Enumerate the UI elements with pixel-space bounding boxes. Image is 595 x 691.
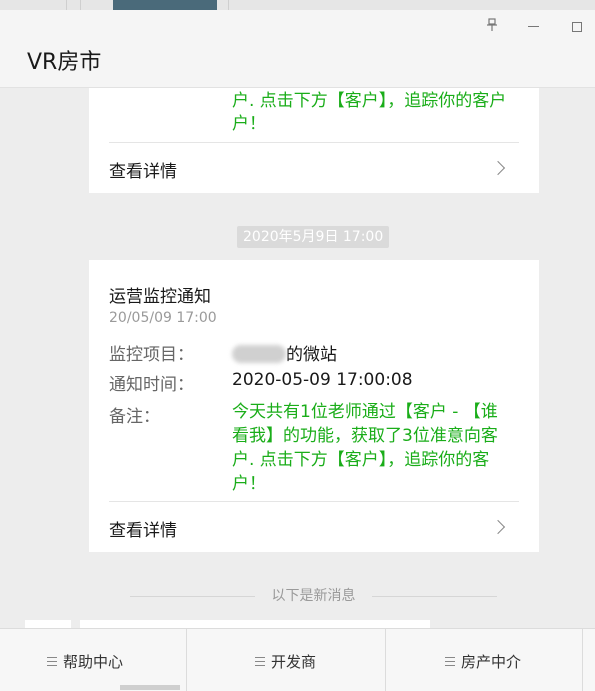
menu-label: 帮助中心 (63, 653, 124, 671)
view-details-row[interactable]: 查看详情 (109, 501, 519, 552)
remark-line: 今天共有1位老师通过【客户 - 【谁 (232, 402, 498, 422)
view-details-label: 查看详情 (109, 521, 177, 541)
divider (582, 629, 583, 691)
menu-developer[interactable]: 开发商 (187, 629, 385, 691)
maximize-button[interactable] (572, 22, 582, 32)
project-name-text: 的微站 (286, 345, 337, 365)
remark-line: 户. 点击下方【客户】，追踪你的客 (232, 450, 490, 470)
bottom-menu-bar: 帮助中心 开发商 房产中介 (0, 628, 595, 691)
timestamp-badge: 2020年5月9日 17:00 (237, 226, 390, 248)
divider (66, 0, 67, 10)
thumbnail-image (113, 0, 217, 10)
field-label: 监控项目： (109, 345, 194, 365)
top-edge-strip (0, 0, 595, 10)
blurred-name (232, 345, 286, 363)
field-value: 2020-05-09 17:00:08 (232, 370, 413, 390)
bottom-edge-peek (120, 685, 180, 690)
menu-help-center[interactable]: 帮助中心 (0, 629, 186, 691)
view-details-row[interactable]: 查看详情 (109, 142, 519, 193)
divider-line (130, 596, 255, 597)
menu-icon (255, 657, 265, 666)
new-messages-label: 以下是新消息 (271, 588, 356, 604)
field-label: 通知时间： (109, 375, 194, 395)
view-details-label: 查看详情 (109, 162, 177, 182)
chevron-right-icon (490, 160, 506, 176)
field-label: 备注： (109, 407, 160, 427)
pin-icon[interactable] (484, 18, 500, 34)
message-card: 户. 点击下方【客户】，追踪你的客户 户！ 查看详情 (89, 88, 539, 193)
minimize-button[interactable] (528, 26, 539, 27)
divider (228, 0, 229, 10)
divider-line (372, 596, 497, 597)
remark-line: 户！ (232, 474, 266, 494)
message-text: 户. 点击下方【客户】，追踪你的客户 (232, 91, 507, 111)
divider (80, 0, 81, 10)
new-messages-divider: 以下是新消息 (130, 586, 497, 606)
message-card: 运营监控通知 20/05/09 17:00 监控项目： 的微站 通知时间： 20… (89, 260, 539, 552)
card-date: 20/05/09 17:00 (109, 310, 217, 326)
title-bar: VR房市 (0, 10, 595, 88)
menu-label: 开发商 (271, 653, 317, 671)
menu-icon (47, 657, 57, 666)
window-title: VR房市 (27, 50, 102, 75)
chevron-right-icon (490, 519, 506, 535)
field-value: 的微站 (232, 340, 337, 365)
menu-label: 房产中介 (461, 653, 522, 671)
remark-line: 看我】的功能，获取了3位准意向客 (232, 426, 498, 446)
menu-icon (445, 657, 455, 666)
message-text: 户！ (232, 114, 266, 134)
card-title: 运营监控通知 (109, 287, 211, 307)
menu-real-estate-agent[interactable]: 房产中介 (386, 629, 582, 691)
